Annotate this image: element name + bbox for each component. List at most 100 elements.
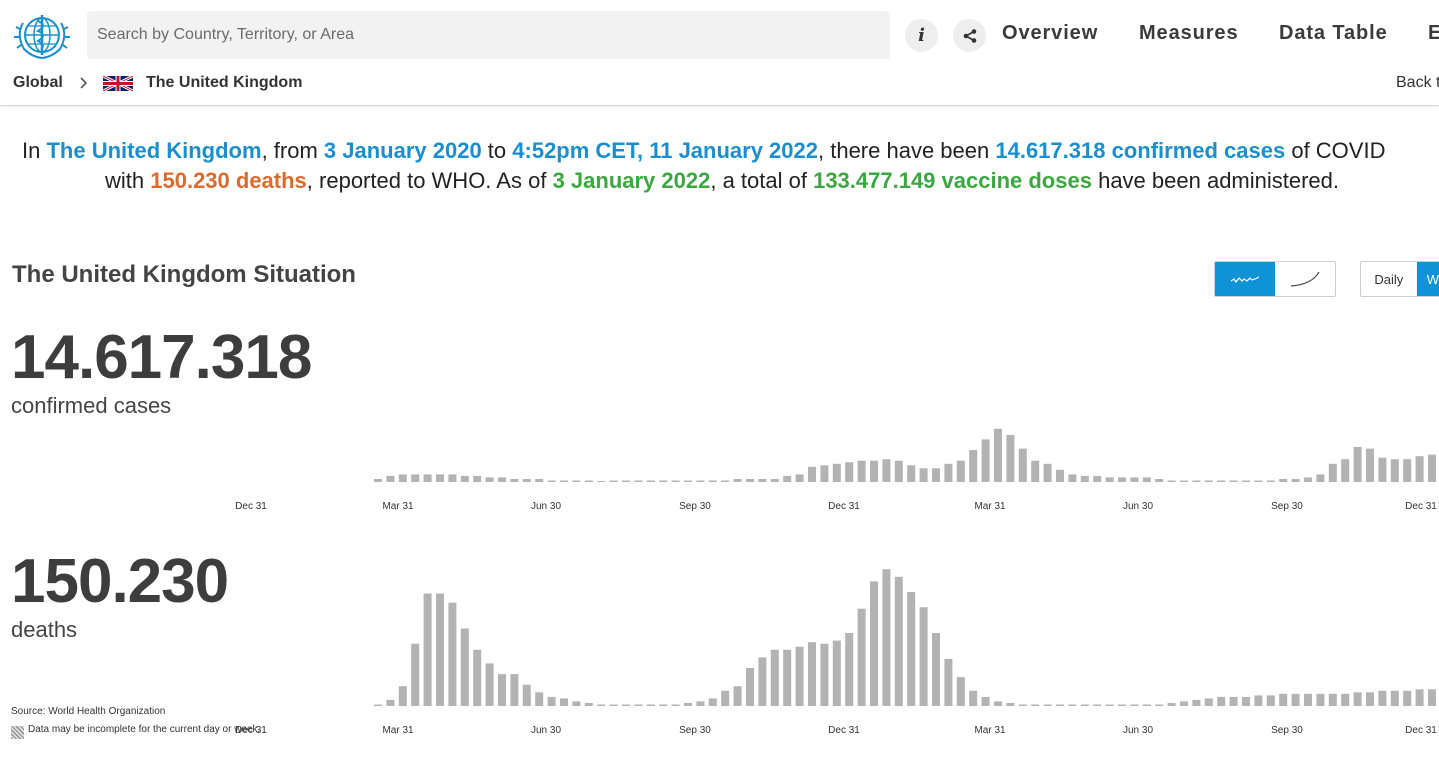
cases-bar[interactable]	[808, 466, 816, 482]
deaths-bar[interactable]	[1080, 704, 1089, 707]
deaths-bar[interactable]	[907, 592, 916, 706]
cases-bar[interactable]	[721, 480, 730, 483]
deaths-bar[interactable]	[411, 643, 420, 706]
cases-bar[interactable]	[634, 480, 643, 483]
deaths-bar[interactable]	[1378, 690, 1387, 706]
cases-bar[interactable]	[696, 480, 705, 483]
deaths-bar[interactable]	[1328, 693, 1337, 706]
deaths-bar[interactable]	[460, 628, 469, 707]
deaths-bar[interactable]	[994, 701, 1002, 706]
deaths-bar[interactable]	[795, 646, 804, 706]
deaths-bar[interactable]	[882, 569, 891, 706]
cases-bar[interactable]	[994, 428, 1002, 482]
cases-bar[interactable]	[894, 460, 903, 482]
weekly-toggle[interactable]: W	[1416, 262, 1439, 296]
cases-bar[interactable]	[473, 475, 482, 482]
deaths-bar[interactable]	[572, 701, 581, 706]
cases-bar[interactable]	[1428, 454, 1436, 482]
cases-bar[interactable]	[1130, 477, 1139, 482]
deaths-bar[interactable]	[944, 658, 953, 706]
deaths-bar[interactable]	[746, 668, 754, 706]
cases-bar[interactable]	[783, 475, 792, 482]
cases-bar[interactable]	[758, 479, 767, 482]
cases-bar[interactable]	[1279, 479, 1288, 482]
deaths-bar[interactable]	[1304, 693, 1312, 706]
deaths-bar[interactable]	[1180, 701, 1188, 706]
cases-bar[interactable]	[1018, 448, 1027, 482]
deaths-bar[interactable]	[1056, 704, 1064, 707]
nav-overview[interactable]: Overview	[1002, 22, 1098, 45]
deaths-bar[interactable]	[584, 703, 593, 706]
deaths-bar[interactable]	[1254, 695, 1263, 706]
cases-bar[interactable]	[1390, 459, 1399, 482]
who-logo-icon[interactable]	[12, 9, 72, 61]
cases-bar[interactable]	[857, 460, 866, 482]
deaths-bar[interactable]	[708, 698, 717, 706]
deaths-bar[interactable]	[622, 704, 630, 707]
cases-bar[interactable]	[1242, 480, 1250, 483]
daily-toggle[interactable]: Daily	[1361, 262, 1417, 296]
deaths-bar[interactable]	[659, 704, 668, 707]
deaths-bar[interactable]	[969, 690, 978, 706]
cases-bar[interactable]	[671, 480, 680, 483]
deaths-bar[interactable]	[634, 704, 643, 707]
deaths-bar[interactable]	[473, 649, 482, 706]
deaths-bar[interactable]	[1341, 693, 1350, 706]
deaths-bar[interactable]	[386, 699, 395, 706]
cases-bar[interactable]	[547, 480, 556, 483]
cases-bar[interactable]	[795, 474, 804, 482]
cases-bar[interactable]	[560, 480, 568, 483]
cases-bar[interactable]	[659, 480, 668, 483]
cases-bar[interactable]	[1080, 475, 1089, 482]
cases-bar[interactable]	[522, 479, 531, 482]
cases-bar[interactable]	[1180, 480, 1188, 483]
cases-bar[interactable]	[1204, 480, 1213, 483]
deaths-bar[interactable]	[510, 674, 519, 706]
cases-bar[interactable]	[870, 460, 878, 482]
cases-bar[interactable]	[1328, 463, 1337, 482]
deaths-bar[interactable]	[684, 703, 692, 706]
cases-bar[interactable]	[882, 459, 891, 482]
deaths-bar[interactable]	[1403, 690, 1412, 706]
breadcrumb-global[interactable]: Global	[13, 74, 63, 92]
deaths-bar[interactable]	[783, 649, 792, 706]
cases-bar[interactable]	[448, 474, 457, 482]
search-input[interactable]	[87, 11, 890, 59]
deaths-bar[interactable]	[870, 581, 878, 706]
deaths-bar[interactable]	[547, 696, 556, 706]
cases-bar[interactable]	[1366, 448, 1374, 482]
cases-bar[interactable]	[1056, 469, 1064, 482]
deaths-bar[interactable]	[894, 576, 903, 706]
cases-bar[interactable]	[1304, 477, 1312, 482]
cases-bar[interactable]	[597, 481, 606, 482]
deaths-bar[interactable]	[597, 704, 606, 707]
back-link[interactable]: Back t	[1396, 74, 1439, 92]
deaths-bar[interactable]	[1068, 704, 1077, 707]
cumulative-chart-toggle[interactable]	[1275, 262, 1335, 296]
deaths-bar[interactable]	[733, 686, 742, 706]
deaths-bar[interactable]	[609, 704, 618, 707]
deaths-bar[interactable]	[671, 704, 680, 707]
deaths-bar[interactable]	[857, 608, 866, 706]
cases-bar[interactable]	[1155, 479, 1164, 482]
deaths-bar[interactable]	[560, 698, 568, 706]
info-button[interactable]: i	[905, 19, 938, 52]
deaths-bar[interactable]	[1204, 698, 1213, 706]
deaths-bar[interactable]	[1242, 696, 1250, 706]
deaths-bar[interactable]	[919, 607, 928, 706]
cases-bar[interactable]	[1031, 460, 1040, 482]
cases-bar[interactable]	[1006, 434, 1015, 482]
deaths-bar[interactable]	[1316, 693, 1325, 706]
cases-bar[interactable]	[1105, 477, 1114, 482]
deaths-bar[interactable]	[485, 663, 494, 706]
deaths-bar[interactable]	[1130, 704, 1139, 707]
deaths-bar[interactable]	[1229, 696, 1238, 706]
deaths-bar[interactable]	[696, 701, 705, 706]
cases-bar[interactable]	[944, 463, 953, 482]
deaths-bar[interactable]	[1155, 704, 1164, 707]
deaths-bar[interactable]	[1291, 693, 1300, 706]
cases-bar[interactable]	[1254, 480, 1263, 483]
deaths-bar[interactable]	[1031, 704, 1040, 707]
cases-bar[interactable]	[1291, 479, 1300, 482]
cases-bar[interactable]	[622, 480, 630, 483]
